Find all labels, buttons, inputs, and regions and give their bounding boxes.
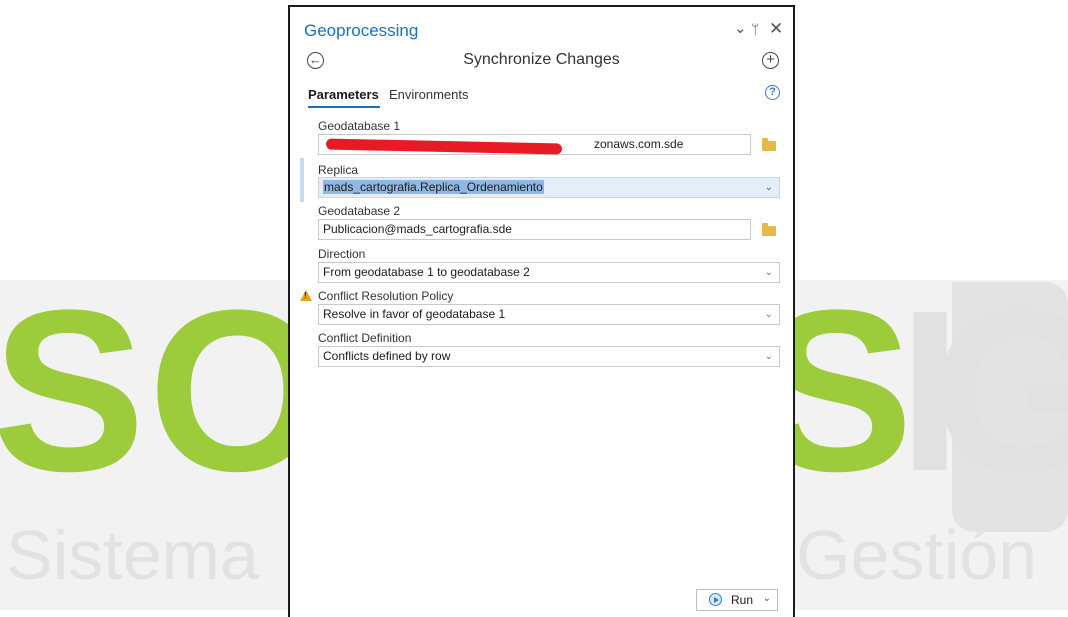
conflict-policy-label: Conflict Resolution Policy (318, 289, 454, 303)
watermark-word-sistema: Sistema (6, 516, 259, 594)
tab-parameters[interactable]: Parameters (308, 87, 379, 103)
geodatabase2-label: Geodatabase 2 (318, 204, 401, 218)
replica-dropdown[interactable]: mads_cartografia.Replica_Ordenamiento ⌄ (318, 177, 780, 198)
close-icon[interactable]: ✕ (769, 20, 783, 38)
run-label: Run (731, 593, 754, 607)
geodatabase2-input[interactable]: Publicacion@mads_cartografia.sde (318, 219, 751, 240)
play-icon (709, 593, 722, 606)
watermark-word-gestion: Gestión (796, 516, 1038, 594)
geoprocessing-pane: Geoprocessing ⌄ ᛘ ✕ ← Synchronize Change… (288, 5, 795, 617)
browse-folder-icon[interactable] (762, 138, 776, 151)
help-icon[interactable]: ? (765, 85, 780, 100)
geodatabase1-value: zonaws.com.sde (594, 137, 684, 151)
direction-label: Direction (318, 247, 366, 261)
watermark-letter-g: G (932, 262, 1068, 519)
warning-icon: ! (300, 290, 312, 301)
conflict-policy-value: Resolve in favor of geodatabase 1 (323, 307, 506, 321)
run-button[interactable]: Run ⌄ (696, 589, 778, 611)
chevron-down-icon[interactable]: ⌄ (765, 347, 773, 366)
conflict-definition-value: Conflicts defined by row (323, 349, 451, 363)
pin-icon[interactable]: ᛘ (751, 20, 759, 38)
chevron-down-icon[interactable]: ⌄ (765, 263, 773, 282)
chevron-down-icon[interactable]: ⌄ (763, 593, 771, 604)
geodatabase1-label: Geodatabase 1 (318, 119, 401, 133)
tab-environments[interactable]: Environments (389, 87, 468, 103)
conflict-policy-dropdown[interactable]: Resolve in favor of geodatabase 1 ⌄ (318, 304, 780, 325)
browse-folder-icon[interactable] (762, 223, 776, 236)
replica-label: Replica (318, 163, 359, 177)
tool-title: Synchronize Changes (463, 51, 620, 68)
active-parameter-marker (300, 158, 304, 202)
conflict-definition-dropdown[interactable]: Conflicts defined by row ⌄ (318, 346, 780, 367)
watermark-letter-s: S (0, 262, 146, 519)
collapse-icon[interactable]: ⌄ (734, 20, 747, 38)
chevron-down-icon[interactable]: ⌄ (765, 305, 773, 324)
active-tab-indicator (308, 106, 380, 108)
pane-title: Geoprocessing (304, 21, 419, 40)
replica-value: mads_cartografia.Replica_Ordenamiento (323, 180, 544, 194)
conflict-definition-label: Conflict Definition (318, 331, 412, 345)
chevron-down-icon[interactable]: ⌄ (765, 178, 773, 197)
direction-value: From geodatabase 1 to geodatabase 2 (323, 265, 530, 279)
direction-dropdown[interactable]: From geodatabase 1 to geodatabase 2 ⌄ (318, 262, 780, 283)
geodatabase2-value: Publicacion@mads_cartografia.sde (323, 222, 512, 236)
add-plus-icon[interactable]: + (762, 52, 779, 69)
